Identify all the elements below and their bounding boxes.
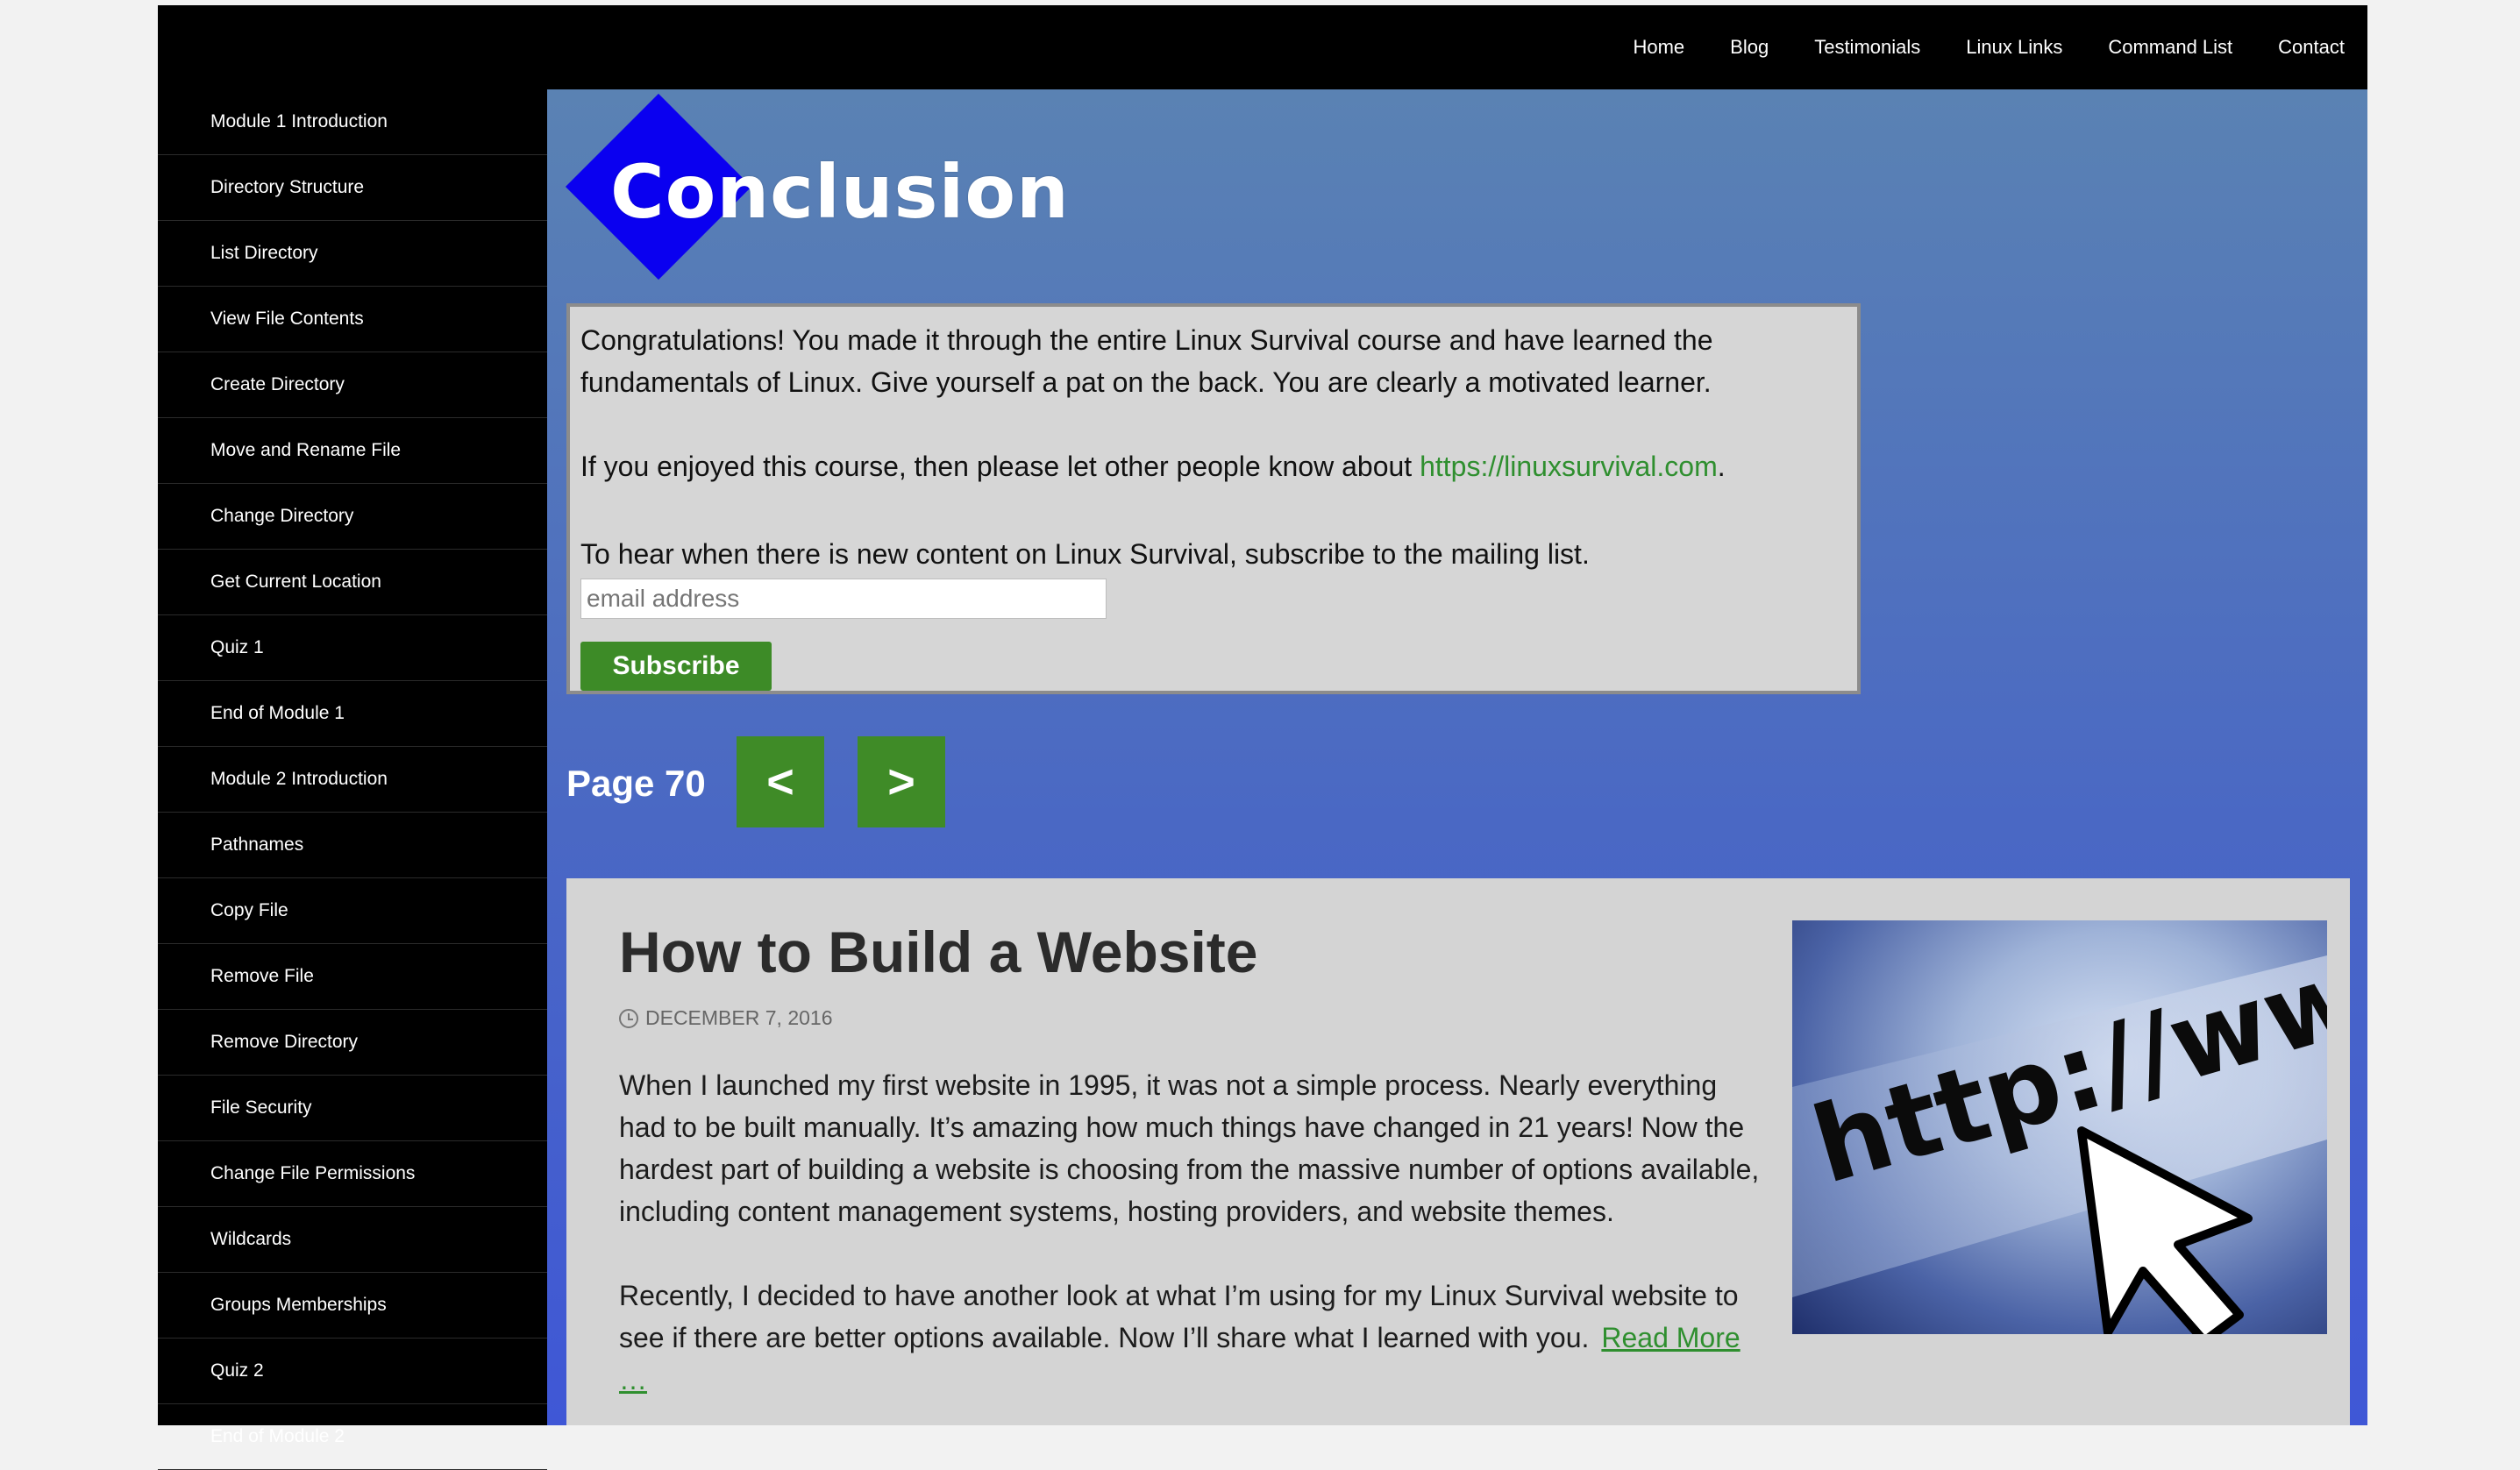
http-www-image: http://www xyxy=(1792,920,2327,1334)
sidebar-item-create-directory[interactable]: Create Directory xyxy=(158,352,547,418)
subscribe-text: To hear when there is new content on Lin… xyxy=(580,538,1590,570)
prev-page-button[interactable]: < xyxy=(737,736,824,827)
sidebar-item-get-current-location[interactable]: Get Current Location xyxy=(158,550,547,615)
sidebar-item-change-file-permissions[interactable]: Change File Permissions xyxy=(158,1141,547,1207)
sidebar: Module 1 Introduction Directory Structur… xyxy=(158,89,547,1470)
sidebar-item-directory-structure[interactable]: Directory Structure xyxy=(158,155,547,221)
logo-title: Conclusion xyxy=(610,149,1070,235)
clock-icon xyxy=(619,1008,638,1028)
conclusion-panel: Congratulations! You made it through the… xyxy=(566,303,1861,694)
sidebar-item-remove-file[interactable]: Remove File xyxy=(158,944,547,1010)
top-navigation: Home Blog Testimonials Linux Links Comma… xyxy=(158,5,2367,89)
congrats-text: Congratulations! You made it through the… xyxy=(580,324,1713,398)
pagination: Page 70 < > xyxy=(566,736,1093,827)
sidebar-item-module-1-introduction[interactable]: Module 1 Introduction xyxy=(158,89,547,155)
sidebar-item-copy-file[interactable]: Copy File xyxy=(158,878,547,944)
nav-testimonials[interactable]: Testimonials xyxy=(1791,5,1943,89)
sidebar-item-file-security[interactable]: File Security xyxy=(158,1076,547,1141)
share-text: If you enjoyed this course, then please … xyxy=(580,451,1726,482)
site-link[interactable]: https://linuxsurvival.com xyxy=(1420,451,1718,482)
email-input[interactable] xyxy=(580,579,1107,619)
post-thumbnail[interactable]: http://www xyxy=(1792,920,2327,1334)
subscribe-button[interactable]: Subscribe xyxy=(580,642,772,691)
sidebar-item-wildcards[interactable]: Wildcards xyxy=(158,1207,547,1273)
blog-post-card: How to Build a Website DECEMBER 7, 2016 … xyxy=(566,878,2350,1425)
page-number: Page 70 xyxy=(566,763,706,804)
sidebar-item-end-of-module-1[interactable]: End of Module 1 xyxy=(158,681,547,747)
sidebar-item-move-rename-file[interactable]: Move and Rename File xyxy=(158,418,547,484)
sidebar-item-list-directory[interactable]: List Directory xyxy=(158,221,547,287)
sidebar-item-change-directory[interactable]: Change Directory xyxy=(158,484,547,550)
sidebar-item-remove-directory[interactable]: Remove Directory xyxy=(158,1010,547,1076)
nav-command-list[interactable]: Command List xyxy=(2085,5,2255,89)
main-content: Conclusion Congratulations! You made it … xyxy=(547,89,2367,1425)
sidebar-item-view-file-contents[interactable]: View File Contents xyxy=(158,287,547,352)
sidebar-item-module-2-introduction[interactable]: Module 2 Introduction xyxy=(158,747,547,813)
post-paragraph-2: Recently, I decided to have another look… xyxy=(619,1280,1741,1395)
nav-home[interactable]: Home xyxy=(1610,5,1707,89)
top-nav-list: Home Blog Testimonials Linux Links Comma… xyxy=(1610,5,2367,89)
post-date-text[interactable]: DECEMBER 7, 2016 xyxy=(645,1006,832,1030)
next-page-button[interactable]: > xyxy=(858,736,945,827)
sidebar-item-quiz-1[interactable]: Quiz 1 xyxy=(158,615,547,681)
sidebar-item-end-of-module-2[interactable]: End of Module 2 xyxy=(158,1404,547,1470)
nav-contact[interactable]: Contact xyxy=(2255,5,2367,89)
nav-linux-links[interactable]: Linux Links xyxy=(1943,5,2085,89)
post-paragraph-1: When I launched my first website in 1995… xyxy=(619,1069,1760,1227)
post-excerpt: When I launched my first website in 1995… xyxy=(619,1064,1768,1401)
page-frame: Home Blog Testimonials Linux Links Comma… xyxy=(158,5,2367,1470)
sidebar-item-pathnames[interactable]: Pathnames xyxy=(158,813,547,878)
post-title[interactable]: How to Build a Website xyxy=(619,919,1257,985)
post-date: DECEMBER 7, 2016 xyxy=(619,1006,832,1030)
nav-blog[interactable]: Blog xyxy=(1707,5,1791,89)
sidebar-item-groups-memberships[interactable]: Groups Memberships xyxy=(158,1273,547,1339)
conclusion-logo: Conclusion xyxy=(565,93,1069,288)
sidebar-item-quiz-2[interactable]: Quiz 2 xyxy=(158,1339,547,1404)
